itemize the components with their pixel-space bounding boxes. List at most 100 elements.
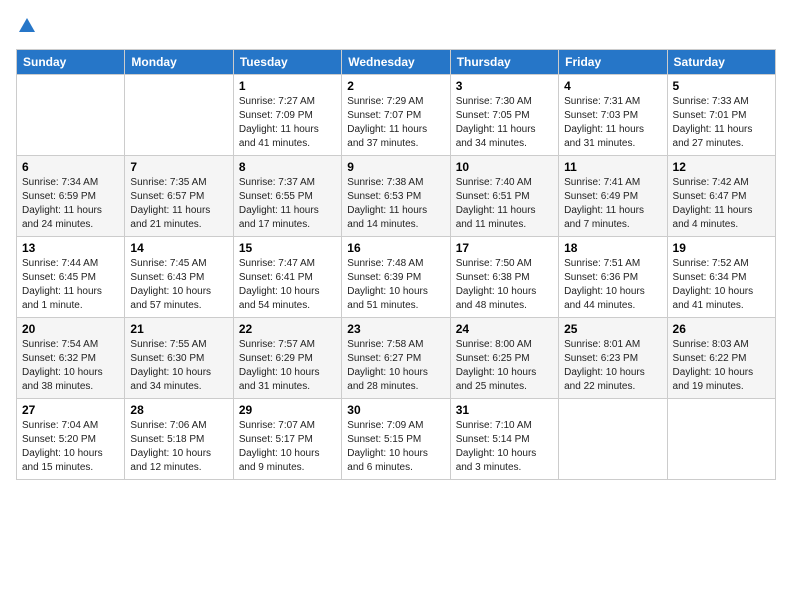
calendar-cell: 14 Sunrise: 7:45 AMSunset: 6:43 PMDayligh… [125,237,233,318]
calendar-cell: 20Sunrise: 7:54 AMSunset: 6:32 PMDayligh… [17,318,125,399]
day-info: Sunrise: 7:07 AMSunset: 5:17 PMDaylight:… [239,419,336,475]
calendar-cell: 26Sunrise: 8:03 AMSunset: 6:22 PMDayligh… [667,318,775,399]
weekday-header-saturday: Saturday [667,50,775,75]
weekday-header-tuesday: Tuesday [233,50,341,75]
calendar-cell: 10 Sunrise: 7:40 AMSunset: 6:51 PMDayligh… [450,156,558,237]
calendar-week-row: 13Sunrise: 7:44 AMSunset: 6:45 PMDayligh… [17,237,776,318]
day-number: 4 [564,79,661,93]
calendar-cell: 31Sunrise: 7:10 AMSunset: 5:14 PMDayligh… [450,399,558,480]
calendar-cell: 9Sunrise: 7:38 AMSunset: 6:53 PMDaylight… [342,156,450,237]
calendar-cell [559,399,667,480]
calendar-cell: 3 Sunrise: 7:30 AMSunset: 7:05 PMDaylight… [450,75,558,156]
calendar-table: SundayMondayTuesdayWednesdayThursdayFrid… [16,49,776,480]
day-info: Sunrise: 7:33 AMSunset: 7:01 PMDaylight:… [673,95,770,151]
day-info: Sunrise: 7:45 AMSunset: 6:43 PMDaylight:… [130,257,227,313]
calendar-cell: 1 Sunrise: 7:27 AMSunset: 7:09 PMDaylight… [233,75,341,156]
day-number: 8 [239,160,336,174]
calendar-cell [667,399,775,480]
calendar-cell: 25Sunrise: 8:01 AMSunset: 6:23 PMDayligh… [559,318,667,399]
day-number: 26 [673,322,770,336]
logo-icon [18,16,36,34]
calendar-week-row: 20Sunrise: 7:54 AMSunset: 6:32 PMDayligh… [17,318,776,399]
day-info: Sunrise: 7:54 AMSunset: 6:32 PMDaylight:… [22,338,119,394]
day-info: Sunrise: 7:50 AMSunset: 6:38 PMDaylight:… [456,257,553,313]
calendar-cell [17,75,125,156]
calendar-week-row: 6Sunrise: 7:34 AMSunset: 6:59 PMDaylight… [17,156,776,237]
calendar-cell: 4 Sunrise: 7:31 AMSunset: 7:03 PMDaylight… [559,75,667,156]
weekday-header-friday: Friday [559,50,667,75]
calendar-week-row: 27 Sunrise: 7:04 AMSunset: 5:20 PMDayligh… [17,399,776,480]
day-info: Sunrise: 8:00 AMSunset: 6:25 PMDaylight:… [456,338,553,394]
day-info: Sunrise: 7:44 AMSunset: 6:45 PMDaylight:… [22,257,119,313]
day-info: Sunrise: 7:37 AMSunset: 6:55 PMDaylight:… [239,176,336,232]
day-number: 17 [456,241,553,255]
day-info: Sunrise: 7:48 AMSunset: 6:39 PMDaylight:… [347,257,444,313]
calendar-cell [125,75,233,156]
day-info: Sunrise: 7:52 AMSunset: 6:34 PMDaylight:… [673,257,770,313]
calendar-cell: 5Sunrise: 7:33 AMSunset: 7:01 PMDaylight… [667,75,775,156]
day-number: 10 [456,160,553,174]
calendar-cell: 18 Sunrise: 7:51 AMSunset: 6:36 PMDayligh… [559,237,667,318]
calendar-cell: 11Sunrise: 7:41 AMSunset: 6:49 PMDayligh… [559,156,667,237]
day-info: Sunrise: 7:09 AMSunset: 5:15 PMDaylight:… [347,419,444,475]
calendar-cell: 6Sunrise: 7:34 AMSunset: 6:59 PMDaylight… [17,156,125,237]
day-number: 28 [130,403,227,417]
day-number: 23 [347,322,444,336]
calendar-cell: 29 Sunrise: 7:07 AMSunset: 5:17 PMDayligh… [233,399,341,480]
day-number: 27 [22,403,119,417]
day-number: 19 [673,241,770,255]
calendar-cell: 16 Sunrise: 7:48 AMSunset: 6:39 PMDayligh… [342,237,450,318]
day-number: 7 [130,160,227,174]
calendar-header-row: SundayMondayTuesdayWednesdayThursdayFrid… [17,50,776,75]
day-number: 12 [673,160,770,174]
day-info: Sunrise: 7:57 AMSunset: 6:29 PMDaylight:… [239,338,336,394]
calendar-cell: 7 Sunrise: 7:35 AMSunset: 6:57 PMDaylight… [125,156,233,237]
day-number: 15 [239,241,336,255]
calendar-week-row: 1 Sunrise: 7:27 AMSunset: 7:09 PMDaylight… [17,75,776,156]
calendar-cell: 22 Sunrise: 7:57 AMSunset: 6:29 PMDayligh… [233,318,341,399]
calendar-cell: 27 Sunrise: 7:04 AMSunset: 5:20 PMDayligh… [17,399,125,480]
day-number: 2 [347,79,444,93]
header [16,16,776,39]
day-number: 21 [130,322,227,336]
day-info: Sunrise: 7:27 AMSunset: 7:09 PMDaylight:… [239,95,336,151]
calendar-cell: 13Sunrise: 7:44 AMSunset: 6:45 PMDayligh… [17,237,125,318]
day-number: 18 [564,241,661,255]
day-info: Sunrise: 7:51 AMSunset: 6:36 PMDaylight:… [564,257,661,313]
day-info: Sunrise: 7:40 AMSunset: 6:51 PMDaylight:… [456,176,553,232]
calendar-cell: 12 Sunrise: 7:42 AMSunset: 6:47 PMDayligh… [667,156,775,237]
day-info: Sunrise: 7:58 AMSunset: 6:27 PMDaylight:… [347,338,444,394]
calendar-cell: 8 Sunrise: 7:37 AMSunset: 6:55 PMDaylight… [233,156,341,237]
day-number: 16 [347,241,444,255]
day-number: 3 [456,79,553,93]
weekday-header-monday: Monday [125,50,233,75]
calendar-cell: 28 Sunrise: 7:06 AMSunset: 5:18 PMDayligh… [125,399,233,480]
day-number: 9 [347,160,444,174]
calendar-cell: 24 Sunrise: 8:00 AMSunset: 6:25 PMDayligh… [450,318,558,399]
day-info: Sunrise: 7:35 AMSunset: 6:57 PMDaylight:… [130,176,227,232]
day-info: Sunrise: 7:42 AMSunset: 6:47 PMDaylight:… [673,176,770,232]
logo [16,16,36,39]
day-number: 31 [456,403,553,417]
day-number: 24 [456,322,553,336]
weekday-header-sunday: Sunday [17,50,125,75]
day-info: Sunrise: 7:47 AMSunset: 6:41 PMDaylight:… [239,257,336,313]
day-info: Sunrise: 7:30 AMSunset: 7:05 PMDaylight:… [456,95,553,151]
day-info: Sunrise: 7:55 AMSunset: 6:30 PMDaylight:… [130,338,227,394]
day-number: 22 [239,322,336,336]
day-info: Sunrise: 8:01 AMSunset: 6:23 PMDaylight:… [564,338,661,394]
day-number: 30 [347,403,444,417]
day-number: 14 [130,241,227,255]
weekday-header-wednesday: Wednesday [342,50,450,75]
day-number: 6 [22,160,119,174]
day-info: Sunrise: 7:06 AMSunset: 5:18 PMDaylight:… [130,419,227,475]
calendar-cell: 2Sunrise: 7:29 AMSunset: 7:07 PMDaylight… [342,75,450,156]
day-number: 29 [239,403,336,417]
day-info: Sunrise: 7:41 AMSunset: 6:49 PMDaylight:… [564,176,661,232]
calendar-cell: 23 Sunrise: 7:58 AMSunset: 6:27 PMDayligh… [342,318,450,399]
calendar-cell: 30 Sunrise: 7:09 AMSunset: 5:15 PMDayligh… [342,399,450,480]
calendar-cell: 17 Sunrise: 7:50 AMSunset: 6:38 PMDayligh… [450,237,558,318]
day-info: Sunrise: 7:31 AMSunset: 7:03 PMDaylight:… [564,95,661,151]
day-number: 1 [239,79,336,93]
day-info: Sunrise: 7:04 AMSunset: 5:20 PMDaylight:… [22,419,119,475]
